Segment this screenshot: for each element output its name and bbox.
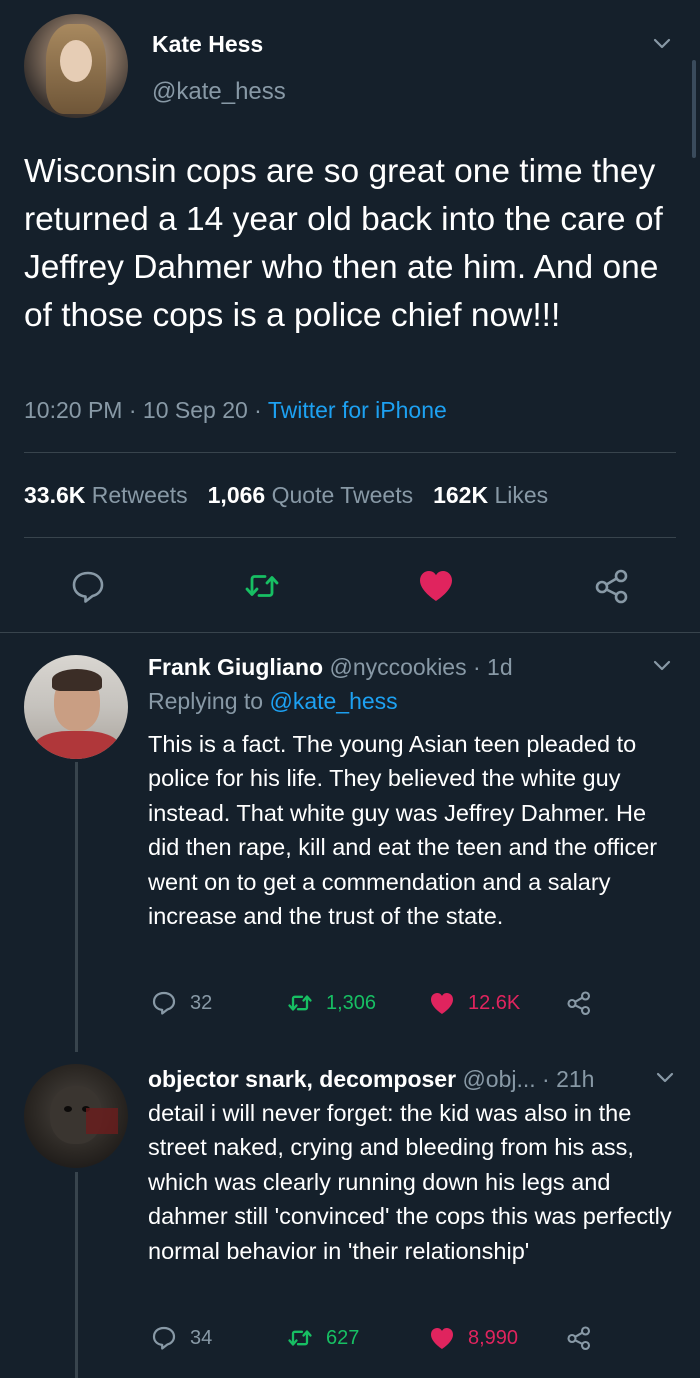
replying-to-mention[interactable]: @kate_hess xyxy=(269,688,397,714)
like-count: 8,990 xyxy=(468,1326,519,1349)
reply-handle[interactable]: @nyccookies xyxy=(329,654,466,680)
heart-icon xyxy=(431,993,453,1014)
chevron-down-icon[interactable] xyxy=(652,656,672,676)
reply-count: 32 xyxy=(190,991,213,1014)
reply-count: 34 xyxy=(190,1326,213,1349)
tweet-meta: 10:20 PM · 10 Sep 20 · Twitter for iPhon… xyxy=(24,397,447,424)
reply-icon xyxy=(152,991,176,1015)
retweets-stat[interactable]: 33.6K Retweets xyxy=(24,482,188,508)
scrollbar-thumb[interactable] xyxy=(692,60,696,158)
likes-count: 162K xyxy=(433,482,489,508)
thread-line xyxy=(75,1172,78,1378)
chevron-down-icon[interactable] xyxy=(652,34,672,54)
retweet-icon xyxy=(288,1330,312,1346)
retweet-button[interactable]: 627 xyxy=(286,1324,359,1352)
reply-age[interactable]: · 1d xyxy=(473,654,513,680)
meta-separator: · xyxy=(128,397,137,423)
divider xyxy=(24,452,676,453)
retweets-label: Retweets xyxy=(91,482,188,508)
main-handle[interactable]: @kate_hess xyxy=(152,78,286,106)
avatar-kate-hess[interactable] xyxy=(24,14,128,118)
tweet-source-link[interactable]: Twitter for iPhone xyxy=(268,397,447,423)
share-icon[interactable] xyxy=(592,566,632,606)
tweet-time: 10:20 PM xyxy=(24,397,123,423)
quotes-stat[interactable]: 1,066 Quote Tweets xyxy=(208,482,413,508)
reply-text: detail i will never forget: the kid was … xyxy=(148,1100,672,1264)
retweet-icon xyxy=(288,995,312,1011)
reply-display-name[interactable]: Frank Giugliano xyxy=(148,654,323,680)
like-count: 12.6K xyxy=(468,991,521,1014)
likes-label: Likes xyxy=(494,482,549,508)
replying-to: Replying to @kate_hess xyxy=(148,688,398,715)
reply-header: objector snark, decomposer @obj... · 21h xyxy=(148,1066,594,1093)
reply-display-name[interactable]: objector snark, decomposer xyxy=(148,1066,456,1092)
chevron-down-icon[interactable] xyxy=(655,1068,675,1088)
divider xyxy=(0,632,700,633)
replying-to-prefix: Replying to xyxy=(148,688,264,714)
reply-age[interactable]: · 21h xyxy=(542,1066,594,1092)
divider xyxy=(24,537,676,538)
avatar-frank-giugliano[interactable] xyxy=(24,655,128,759)
share-icon[interactable] xyxy=(565,989,593,1017)
main-display-name[interactable]: Kate Hess xyxy=(152,31,263,58)
retweet-count: 1,306 xyxy=(326,991,377,1014)
reply-text: This is a fact. The young Asian teen ple… xyxy=(148,731,658,930)
thread-line xyxy=(75,762,78,1052)
main-tweet-text: Wisconsin cops are so great one time the… xyxy=(24,153,663,334)
like-button[interactable]: 12.6K xyxy=(428,989,520,1017)
quotes-label: Quote Tweets xyxy=(271,482,414,508)
reply-button[interactable]: 32 xyxy=(150,989,212,1017)
likes-stat[interactable]: 162K Likes xyxy=(433,482,548,508)
reply-icon xyxy=(152,1326,176,1350)
retweet-count: 627 xyxy=(326,1326,360,1349)
reply-button[interactable]: 34 xyxy=(150,1324,212,1352)
tweet-date: 10 Sep 20 xyxy=(142,397,248,423)
avatar-objector-snark[interactable] xyxy=(24,1064,128,1168)
reply-header: Frank Giugliano @nyccookies · 1d xyxy=(148,654,513,681)
retweet-icon[interactable] xyxy=(242,566,282,606)
reply-handle[interactable]: @obj... xyxy=(462,1066,535,1092)
meta-separator: · xyxy=(254,397,262,423)
retweet-button[interactable]: 1,306 xyxy=(286,989,376,1017)
share-icon[interactable] xyxy=(565,1324,593,1352)
heart-icon[interactable] xyxy=(416,566,456,606)
heart-icon xyxy=(431,1328,453,1349)
retweets-count: 33.6K xyxy=(24,482,86,508)
like-button[interactable]: 8,990 xyxy=(428,1324,518,1352)
reply-icon[interactable] xyxy=(68,566,108,606)
quotes-count: 1,066 xyxy=(207,482,266,508)
tweet-stats: 33.6K Retweets 1,066 Quote Tweets 162K Lik… xyxy=(24,482,548,509)
